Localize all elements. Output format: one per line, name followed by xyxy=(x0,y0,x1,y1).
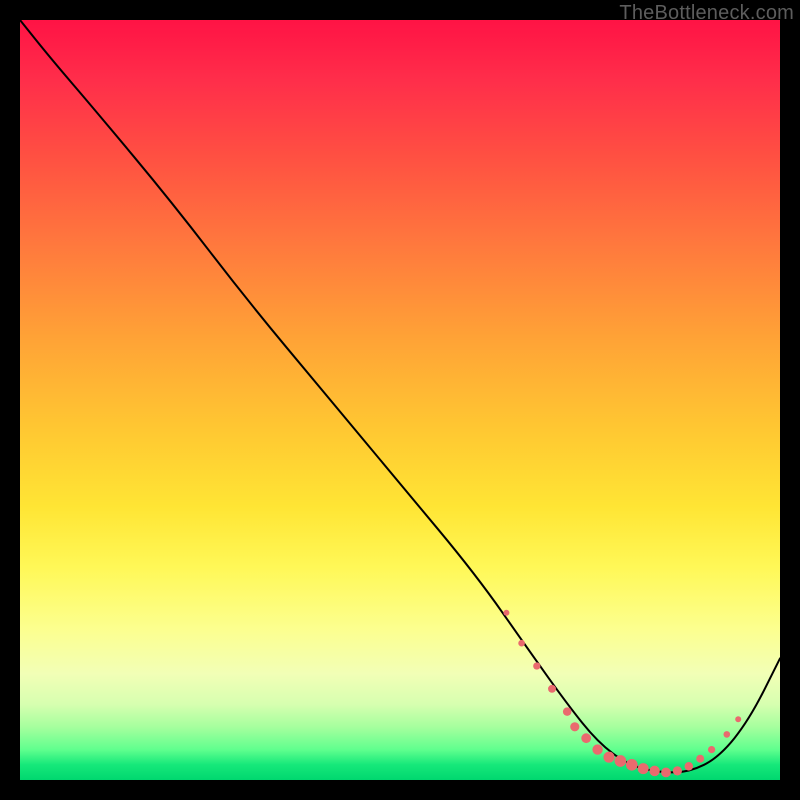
trough-marker xyxy=(615,755,627,767)
trough-marker xyxy=(626,759,638,771)
trough-marker xyxy=(603,752,614,763)
trough-marker xyxy=(503,610,509,616)
trough-marker xyxy=(533,662,540,669)
chart-svg xyxy=(20,20,780,780)
trough-marker xyxy=(696,755,704,763)
trough-marker xyxy=(570,722,579,731)
trough-marker xyxy=(723,731,730,738)
curve-line xyxy=(20,20,780,772)
watermark-text: TheBottleneck.com xyxy=(619,2,794,25)
trough-marker xyxy=(638,763,649,774)
trough-markers xyxy=(503,610,741,777)
trough-marker xyxy=(563,707,572,716)
trough-marker xyxy=(735,716,741,722)
chart-stage: TheBottleneck.com xyxy=(0,0,800,800)
trough-marker xyxy=(518,640,525,647)
trough-marker xyxy=(649,766,659,776)
plot-area xyxy=(20,20,780,780)
trough-marker xyxy=(673,766,682,775)
trough-marker xyxy=(592,744,602,754)
trough-marker xyxy=(661,768,671,778)
trough-marker xyxy=(548,685,556,693)
trough-marker xyxy=(685,762,694,771)
trough-marker xyxy=(581,733,591,743)
trough-marker xyxy=(708,746,715,753)
